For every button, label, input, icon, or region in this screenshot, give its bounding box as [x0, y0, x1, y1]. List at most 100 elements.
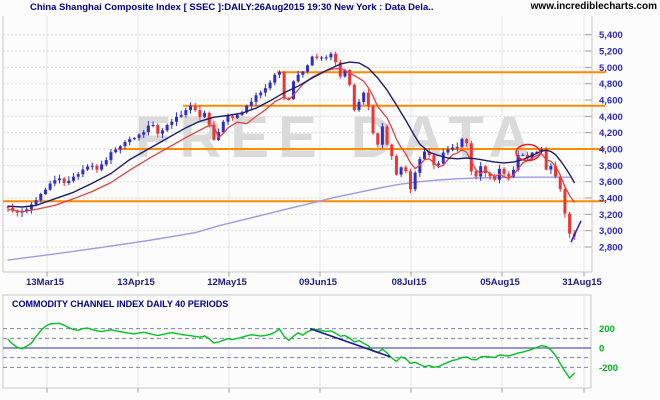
y-axis-label: 5,400 [599, 30, 623, 41]
chart-title: China Shanghai Composite Index [ SSEC ]:… [30, 2, 434, 13]
x-axis-label: 09Jun15 [299, 277, 338, 288]
candle-body [203, 112, 207, 117]
candle-body [76, 174, 80, 177]
candle-body [142, 132, 146, 135]
cci-axis-label: -200 [599, 363, 618, 374]
candle-body [408, 171, 412, 190]
chart-window: China Shanghai Composite Index [ SSEC ]:… [0, 0, 660, 400]
candle-body [277, 72, 281, 75]
candle-body [394, 156, 398, 175]
candle-body [53, 180, 57, 184]
y-axis-label: 4,000 [599, 145, 623, 156]
cci-axis-label: 0 [599, 344, 604, 355]
y-axis-label: 5,000 [599, 63, 623, 74]
candle-body [385, 126, 389, 145]
candle-body [366, 92, 370, 106]
candle-body [81, 169, 85, 175]
y-axis-label: 3,200 [599, 210, 623, 221]
candle-body [282, 72, 286, 99]
y-axis-label: 4,200 [599, 128, 623, 139]
candle-body [334, 53, 338, 63]
x-axis-label: 13Apr15 [117, 277, 155, 288]
candle-body [446, 149, 450, 153]
candle-body [455, 146, 459, 148]
candle-body [376, 133, 380, 145]
price-trendline-annotation [570, 220, 582, 243]
site-link[interactable]: www.incrediblecharts.com [531, 1, 657, 12]
candle-body [413, 172, 417, 190]
candle-body [95, 165, 99, 170]
y-axis-label: 4,800 [599, 79, 623, 90]
candle-body [221, 121, 225, 133]
candle-body [57, 178, 61, 181]
x-axis-label: 13Mar15 [26, 277, 65, 288]
candle-body [123, 142, 127, 147]
candle-body [90, 165, 94, 167]
cci-trendline-annotation [309, 327, 391, 358]
candle-body [156, 125, 160, 134]
candle-body [507, 174, 511, 177]
candle-body [109, 152, 113, 161]
candle-body [479, 166, 483, 177]
candle-body [423, 151, 427, 160]
y-axis-label: 3,600 [599, 177, 623, 188]
y-axis-label: 4,600 [599, 96, 623, 107]
candle-body [137, 134, 141, 138]
candle-body [273, 74, 277, 83]
y-axis-label: 4,400 [599, 112, 623, 123]
free-data-watermark: FREE DATA [135, 105, 539, 170]
candle-body [114, 149, 118, 153]
candle-body [399, 167, 403, 175]
candle-body [67, 180, 71, 184]
x-axis-label: 12May15 [207, 277, 247, 288]
candle-body [469, 143, 473, 172]
candle-body [132, 137, 136, 140]
x-axis-label: 08Jul15 [392, 277, 428, 288]
candle-body [86, 166, 90, 170]
candle-body [170, 121, 174, 126]
cci-panel-title: COMMODITY CHANNEL INDEX DAILY 40 PERIODS [12, 299, 228, 309]
candle-body [193, 105, 197, 111]
candle-body [310, 56, 314, 66]
candle-body [118, 146, 122, 150]
candle-body [39, 194, 43, 201]
candle-body [324, 57, 328, 59]
candle-body [568, 213, 572, 234]
candle-body [226, 116, 230, 122]
candle-body [357, 101, 361, 110]
candle-body [34, 200, 38, 205]
candle-body [43, 189, 47, 195]
candle-body [441, 152, 445, 164]
candle-body [146, 125, 150, 133]
candle-body [235, 114, 239, 119]
candle-body [460, 138, 464, 147]
y-axis-label: 5,200 [599, 47, 623, 58]
y-axis-label: 2,800 [599, 242, 623, 253]
y-axis-label: 3,800 [599, 161, 623, 172]
candle-body [268, 82, 272, 89]
candle-body [62, 178, 66, 184]
candle-body [259, 92, 263, 96]
candle-body [329, 53, 333, 58]
candle-body [48, 183, 52, 190]
candle-body [151, 125, 155, 127]
x-axis-label: 05Aug15 [480, 277, 520, 288]
candle-body [549, 165, 553, 170]
candle-body [231, 116, 235, 119]
candle-body [521, 154, 525, 156]
candle-body [451, 147, 455, 150]
candle-body [179, 115, 183, 117]
candle-body [502, 168, 506, 175]
cci-axis-label: 200 [599, 324, 615, 335]
candle-body [474, 171, 478, 177]
candle-body [198, 110, 202, 117]
candle-body [165, 125, 169, 131]
candle-body [174, 116, 178, 122]
candle-body [437, 163, 441, 165]
candle-body [100, 164, 104, 170]
candle-body [104, 160, 108, 165]
price-and-cci-chart: FREE DATA 5,400 5,200 5,000 4,800 4,600 4,400 4… [2, 16, 623, 393]
candle-body [390, 144, 394, 157]
y-axis-label: 3,400 [599, 194, 623, 205]
candle-body [249, 101, 253, 106]
